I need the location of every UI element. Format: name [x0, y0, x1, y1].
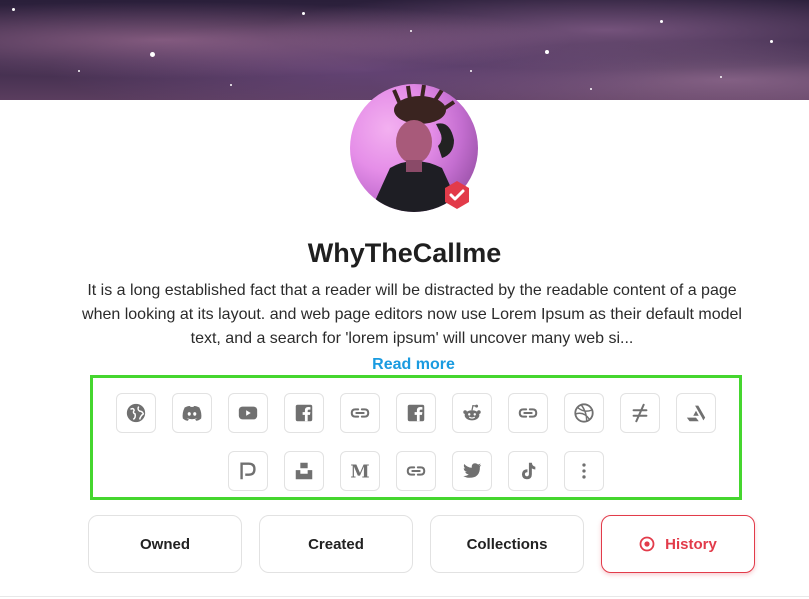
svg-text:M: M: [350, 462, 369, 482]
reddit-icon[interactable]: [452, 393, 492, 433]
twitter-icon[interactable]: [452, 451, 492, 491]
medium-icon[interactable]: M: [340, 451, 380, 491]
divider: [0, 596, 809, 597]
tab-history[interactable]: History: [601, 515, 755, 573]
tab-created[interactable]: Created: [259, 515, 413, 573]
tab-label: History: [665, 535, 717, 553]
tab-label: Owned: [139, 535, 190, 553]
facebook-icon[interactable]: [284, 393, 324, 433]
profile-tabs: Owned Created Collections History: [88, 515, 758, 573]
not-equal-icon[interactable]: [620, 393, 660, 433]
globe-icon[interactable]: [116, 393, 156, 433]
tab-owned[interactable]: Owned: [88, 515, 242, 573]
profile-description: It is a long established fact that a rea…: [82, 282, 742, 347]
tab-label: Collections: [466, 535, 548, 553]
social-links-row-2: M: [93, 451, 739, 491]
record-icon: [639, 536, 655, 552]
patreon-icon[interactable]: [228, 451, 268, 491]
artstation-icon[interactable]: [676, 393, 716, 433]
link-icon[interactable]: [396, 451, 436, 491]
youtube-icon[interactable]: [228, 393, 268, 433]
read-more-link[interactable]: Read more: [0, 356, 809, 374]
link-icon[interactable]: [340, 393, 380, 433]
tiktok-icon[interactable]: [508, 451, 548, 491]
social-links-panel: M: [90, 375, 742, 500]
link-icon[interactable]: [508, 393, 548, 433]
dribbble-icon[interactable]: [564, 393, 604, 433]
profile-name: WhyTheCallme: [307, 238, 502, 268]
verified-badge-icon: [445, 181, 469, 209]
more-icon[interactable]: [564, 451, 604, 491]
avatar[interactable]: [350, 84, 478, 212]
facebook-icon[interactable]: [396, 393, 436, 433]
tab-label: Created: [308, 535, 364, 553]
social-links-row-1: [93, 393, 739, 433]
discord-icon[interactable]: [172, 393, 212, 433]
unsplash-icon[interactable]: [284, 451, 324, 491]
tab-collections[interactable]: Collections: [430, 515, 584, 573]
